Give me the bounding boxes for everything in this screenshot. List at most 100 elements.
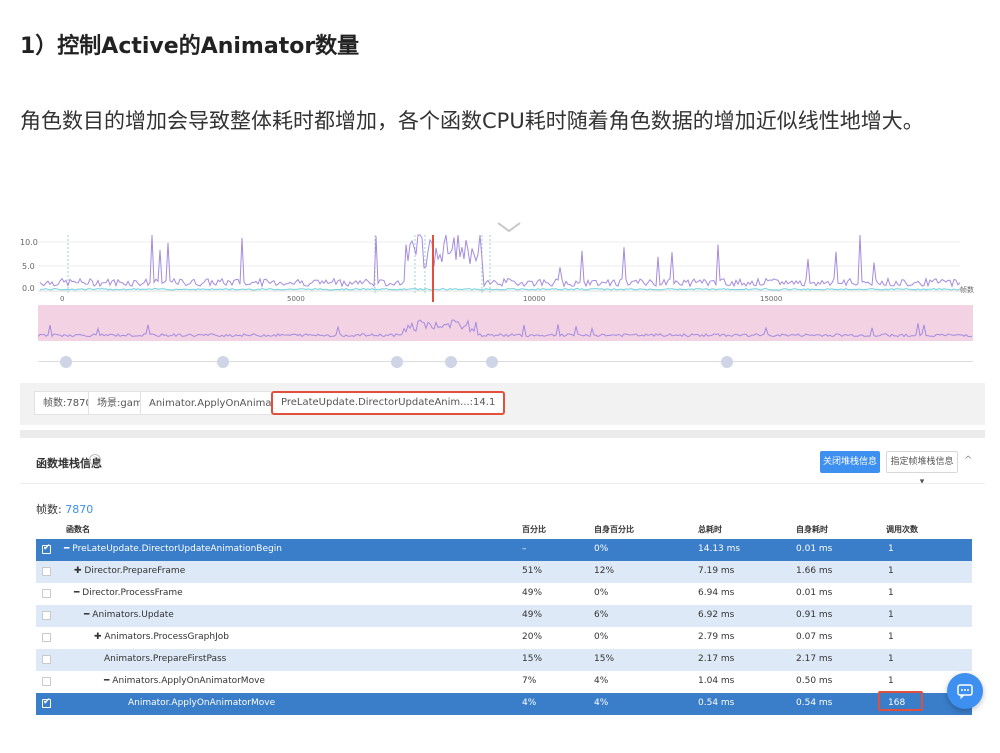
- row-call-count: 1: [888, 632, 894, 642]
- timeline-event-dot[interactable]: [217, 356, 229, 368]
- timeline-event-dot[interactable]: [391, 356, 403, 368]
- section-heading: 1）控制Active的Animator数量: [20, 34, 360, 59]
- collapse-panel-icon[interactable]: ^: [964, 455, 972, 466]
- row-call-count: 1: [888, 588, 894, 598]
- cpu-series-line: [39, 234, 961, 289]
- frame-info-value: 7870: [65, 503, 94, 516]
- row-self-time: 0.01 ms: [796, 588, 833, 598]
- row-self-percent: 12%: [594, 566, 615, 576]
- col-function-name[interactable]: 函数名: [66, 524, 90, 535]
- row-checkbox[interactable]: [42, 697, 51, 708]
- table-row[interactable]: ✚ Animators.ProcessGraphJob 20% 0% 2.79 …: [36, 627, 972, 649]
- info-icon[interactable]: i: [89, 454, 101, 466]
- timeline-event-dot[interactable]: [445, 356, 457, 368]
- row-function-name: PreLateUpdate.DirectorUpdateAnimationBeg…: [72, 544, 282, 554]
- row-self-time: 0.07 ms: [796, 632, 833, 642]
- row-checkbox[interactable]: [42, 611, 51, 620]
- table-row[interactable]: ━ Director.ProcessFrame 49% 0% 6.94 ms 0…: [36, 583, 972, 605]
- row-checkbox[interactable]: [42, 655, 51, 664]
- row-toggle-icon[interactable]: ✚: [94, 632, 102, 642]
- table-row[interactable]: ✚ Director.PrepareFrame 51% 12% 7.19 ms …: [36, 561, 972, 583]
- row-total-time: 7.19 ms: [698, 566, 735, 576]
- row-total-time: 6.94 ms: [698, 588, 735, 598]
- row-toggle-icon[interactable]: ━: [64, 544, 69, 554]
- assign-frame-stack-button[interactable]: 指定帧堆栈信息 ▾: [886, 451, 958, 487]
- row-total-time: 6.92 ms: [698, 610, 735, 620]
- tag-function-director[interactable]: PreLateUpdate.DirectorUpdateAnim...:14.1: [271, 391, 506, 415]
- table-row[interactable]: Animators.PrepareFirstPass 15% 15% 2.17 …: [36, 649, 972, 671]
- row-percent: –: [522, 544, 527, 554]
- row-call-count: 1: [888, 544, 894, 554]
- row-self-time: 0.50 ms: [796, 676, 833, 686]
- section-separator: [20, 430, 985, 438]
- row-percent: 4%: [522, 698, 537, 708]
- row-checkbox[interactable]: [42, 677, 51, 686]
- row-toggle-icon[interactable]: ━: [104, 676, 109, 686]
- row-function-name: Animators.ProcessGraphJob: [104, 632, 229, 642]
- row-percent: 51%: [522, 566, 543, 576]
- row-checkbox[interactable]: [42, 633, 51, 642]
- col-call-count[interactable]: 调用次数: [886, 524, 918, 535]
- x-tick-0: 0: [60, 295, 64, 303]
- x-tick-10000: 10000: [523, 295, 545, 303]
- row-checkbox[interactable]: [42, 567, 51, 576]
- row-toggle-icon[interactable]: ━: [74, 588, 79, 598]
- row-total-time: 2.17 ms: [698, 654, 735, 664]
- row-self-percent: 0%: [594, 544, 609, 554]
- row-self-percent: 15%: [594, 654, 615, 664]
- row-percent: 49%: [522, 588, 543, 598]
- row-function-name: Director.ProcessFrame: [82, 588, 183, 598]
- row-total-time: 14.13 ms: [698, 544, 741, 554]
- row-self-percent: 0%: [594, 588, 609, 598]
- table-row[interactable]: ━ Animators.Update 49% 6% 6.92 ms 0.91 m…: [36, 605, 972, 627]
- cpu-time-chart[interactable]: 10.0 5.0 0.0 0 5000 10000 15000 帧数: [20, 215, 985, 310]
- col-percent[interactable]: 百分比: [522, 524, 546, 535]
- close-stack-button[interactable]: 关闭堆栈信息: [820, 451, 880, 473]
- row-percent: 20%: [522, 632, 543, 642]
- row-self-time: 1.66 ms: [796, 566, 833, 576]
- table-row[interactable]: ━ Animators.ApplyOnAnimatorMove 7% 4% 1.…: [36, 671, 972, 693]
- row-call-count: 1: [888, 566, 894, 576]
- x-tick-15000: 15000: [760, 295, 782, 303]
- row-self-time: 2.17 ms: [796, 654, 833, 664]
- col-self-percent[interactable]: 自身百分比: [594, 524, 634, 535]
- row-call-count: 1: [888, 610, 894, 620]
- row-percent: 49%: [522, 610, 543, 620]
- stack-panel-header: 函数堆栈信息 i 关闭堆栈信息 指定帧堆栈信息 ▾ ^: [20, 443, 985, 487]
- row-total-time: 2.79 ms: [698, 632, 735, 642]
- row-function-name: Director.PrepareFrame: [84, 566, 186, 576]
- table-row[interactable]: Animator.ApplyOnAnimatorMove 4% 4% 0.54 …: [36, 693, 972, 715]
- selected-frame-marker: [432, 235, 434, 302]
- table-header: 函数名 百分比 自身百分比 总耗时 自身耗时 调用次数: [36, 519, 972, 539]
- row-checkbox[interactable]: [42, 589, 51, 598]
- row-toggle-icon[interactable]: ✚: [74, 566, 82, 576]
- row-call-count: 1: [888, 654, 894, 664]
- cpu-series-line-secondary: [39, 287, 961, 291]
- row-percent: 7%: [522, 676, 537, 686]
- timeline-event-dot[interactable]: [486, 356, 498, 368]
- col-total-time[interactable]: 总耗时: [698, 524, 722, 535]
- row-function-name: Animators.PrepareFirstPass: [104, 654, 227, 664]
- overview-band-svg: [37, 319, 973, 338]
- function-stack-table: 函数名 百分比 自身百分比 总耗时 自身耗时 调用次数 ━ PreLateUpd…: [36, 519, 972, 715]
- overview-band[interactable]: [37, 305, 973, 341]
- y-tick-0: 0.0: [22, 284, 35, 293]
- timeline-event-dot[interactable]: [60, 356, 72, 368]
- timeline-event-dot[interactable]: [721, 356, 733, 368]
- event-timeline: [38, 354, 973, 370]
- row-toggle-icon[interactable]: ━: [84, 610, 89, 620]
- chat-button[interactable]: [947, 673, 983, 709]
- row-self-percent: 6%: [594, 610, 609, 620]
- row-self-percent: 0%: [594, 632, 609, 642]
- x-axis-unit: 帧数: [960, 285, 974, 294]
- x-tick-5000: 5000: [287, 295, 305, 303]
- y-tick-10: 10.0: [20, 238, 38, 247]
- table-row[interactable]: ━ PreLateUpdate.DirectorUpdateAnimationB…: [36, 539, 972, 561]
- col-self-time[interactable]: 自身耗时: [796, 524, 828, 535]
- frame-info-label: 帧数:: [36, 503, 62, 516]
- row-self-time: 0.54 ms: [796, 698, 833, 708]
- cpu-time-chart-svg: 10.0 5.0 0.0 0 5000 10000 15000 帧数: [20, 234, 974, 303]
- chat-icon: [957, 684, 973, 699]
- row-checkbox[interactable]: [42, 543, 51, 554]
- row-function-name: Animator.ApplyOnAnimatorMove: [128, 698, 276, 708]
